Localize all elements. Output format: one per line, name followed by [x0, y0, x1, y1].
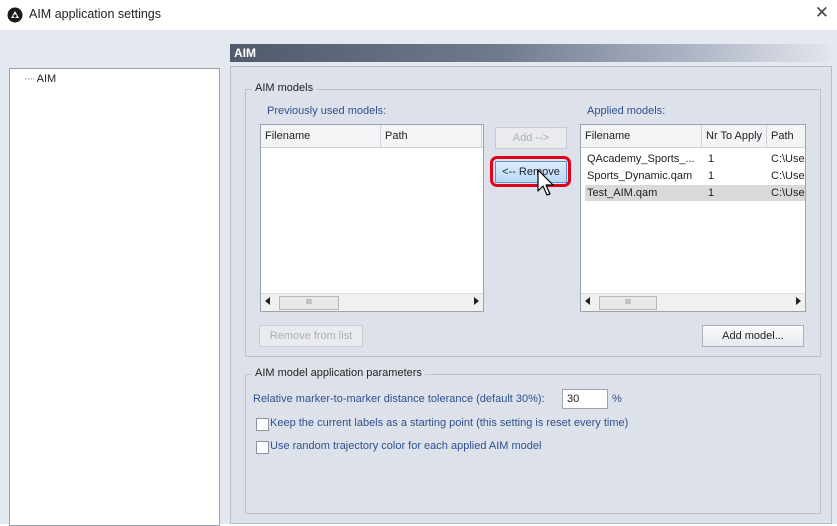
aim-models-group-title: AIM models [252, 82, 317, 94]
row-path: C:\Use [771, 153, 805, 165]
tree-connector: ···· [24, 73, 36, 85]
scroll-thumb[interactable]: III [279, 296, 339, 310]
tree-item-label: AIM [36, 73, 57, 85]
scroll-right-icon[interactable] [474, 297, 479, 305]
previous-models-list[interactable]: Filename Path III [260, 124, 484, 312]
applied-models-label: Applied models: [587, 105, 666, 117]
title-bar: AIM application settings ✕ [0, 0, 837, 30]
tolerance-input[interactable]: 30 [562, 389, 608, 409]
add-model-button[interactable]: Add model... [702, 325, 804, 347]
applied-list-scrollbar[interactable]: III [581, 293, 805, 311]
table-row[interactable]: Sports_Dynamic.qam 1 C:\Use [585, 168, 805, 184]
section-header: AIM [230, 44, 830, 62]
column-header-filename[interactable]: Filename [581, 125, 702, 147]
row-nr: 1 [708, 170, 715, 182]
scroll-thumb[interactable]: III [599, 296, 657, 310]
close-icon[interactable]: ✕ [815, 3, 829, 23]
row-filename: Sports_Dynamic.qam [587, 170, 693, 182]
scroll-left-icon[interactable] [265, 297, 270, 305]
previous-models-label: Previously used models: [267, 105, 387, 117]
row-nr: 1 [708, 187, 715, 199]
column-header-path[interactable]: Path [767, 125, 805, 147]
add-button[interactable]: Add --> [495, 127, 567, 149]
mouse-pointer-icon [537, 169, 554, 196]
scroll-right-icon[interactable] [796, 297, 801, 305]
aim-models-group: AIM models Previously used models: Appli… [245, 82, 821, 357]
applied-models-list[interactable]: Filename Nr To Apply Path QAcademy_Sport… [580, 124, 806, 312]
previous-list-header: Filename Path [261, 125, 483, 148]
table-row[interactable]: QAcademy_Sports_... 1 C:\Use [585, 151, 805, 167]
table-row-selected[interactable]: Test_AIM.qam 1 C:\Use [585, 185, 805, 201]
settings-tree[interactable]: ···· AIM [9, 68, 220, 526]
tolerance-unit: % [612, 393, 622, 405]
row-filename: Test_AIM.qam [587, 187, 658, 199]
tree-item-aim[interactable]: ···· AIM [24, 73, 56, 85]
row-path: C:\Use [771, 187, 805, 199]
tolerance-label: Relative marker-to-marker distance toler… [253, 393, 545, 405]
scroll-left-icon[interactable] [585, 297, 590, 305]
keep-labels-checkbox[interactable] [256, 418, 269, 431]
row-nr: 1 [708, 153, 715, 165]
row-path: C:\Use [771, 170, 805, 182]
row-filename: QAcademy_Sports_... [587, 153, 695, 165]
dialog-client-area: ···· AIM AIM AIM models Previously used m… [0, 30, 837, 526]
aim-settings-panel: AIM models Previously used models: Appli… [230, 66, 832, 524]
keep-labels-label[interactable]: Keep the current labels as a starting po… [270, 417, 628, 429]
aim-app-icon [7, 7, 23, 23]
column-header-filename[interactable]: Filename [261, 125, 381, 147]
parameters-group-title: AIM model application parameters [252, 367, 425, 379]
application-parameters-group: AIM model application parameters Relativ… [245, 367, 821, 514]
section-header-title: AIM [234, 46, 256, 60]
random-color-checkbox[interactable] [256, 441, 269, 454]
remove-from-list-button[interactable]: Remove from list [259, 325, 363, 347]
column-header-path[interactable]: Path [381, 125, 482, 147]
previous-list-scrollbar[interactable]: III [261, 293, 483, 311]
random-color-label[interactable]: Use random trajectory color for each app… [270, 440, 541, 452]
remove-button-highlight [490, 156, 571, 187]
window-title: AIM application settings [29, 7, 162, 21]
column-header-nr-to-apply[interactable]: Nr To Apply [702, 125, 767, 147]
applied-list-header: Filename Nr To Apply Path [581, 125, 805, 148]
